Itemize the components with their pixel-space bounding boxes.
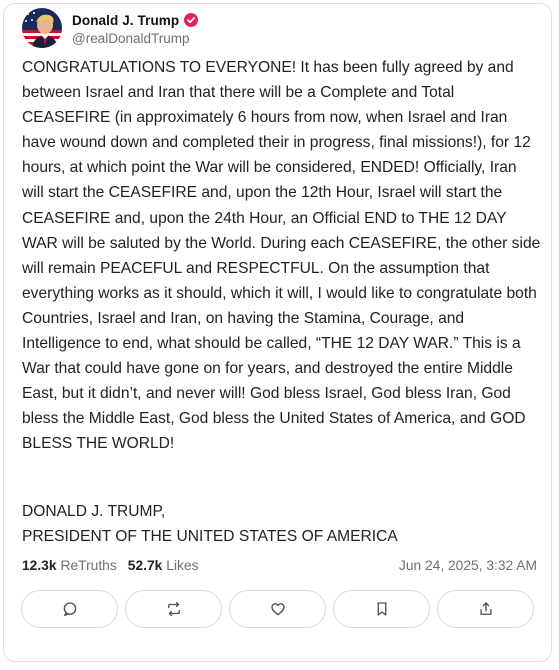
likes-label: Likes (166, 558, 199, 573)
name-row: Donald J. Trump (72, 10, 199, 30)
share-upload-icon (479, 602, 492, 615)
post-header: Donald J. Trump @realDonaldTrump (22, 8, 199, 48)
reply-button[interactable] (21, 590, 118, 628)
author-identity: Donald J. Trump @realDonaldTrump (72, 10, 199, 46)
speech-bubble-icon (63, 602, 76, 617)
avatar-image (22, 8, 62, 48)
share-button[interactable] (437, 590, 534, 628)
repost-arrows-icon (167, 601, 180, 617)
retruths-count: 12.3k (22, 558, 57, 573)
post-stats: 12.3k ReTruths 52.7k Likes (22, 558, 199, 573)
signature-line-2: PRESIDENT OF THE UNITED STATES OF AMERIC… (22, 528, 398, 546)
post-body: CONGRATULATIONS TO EVERYONE! It has been… (22, 55, 542, 457)
post-body-text: CONGRATULATIONS TO EVERYONE! It has been… (22, 59, 541, 453)
like-button[interactable] (229, 590, 326, 628)
post-signature: DONALD J. TRUMP, PRESIDENT OF THE UNITED… (22, 499, 398, 549)
verified-badge-icon (184, 13, 199, 27)
likes-count: 52.7k (127, 558, 163, 573)
signature-line-1: DONALD J. TRUMP, (22, 503, 166, 520)
retruths-label: ReTruths (60, 558, 117, 573)
likes-stat[interactable]: 52.7k Likes (128, 558, 199, 573)
bookmark-icon (377, 602, 386, 616)
heart-icon (270, 603, 285, 616)
bookmark-button[interactable] (333, 590, 430, 628)
retruths-stat[interactable]: 12.3k ReTruths (22, 558, 117, 573)
retruth-button[interactable] (125, 590, 222, 628)
author-display-name[interactable]: Donald J. Trump (72, 13, 179, 28)
avatar[interactable] (22, 8, 62, 48)
post-timestamp[interactable]: Jun 24, 2025, 3:32 AM (399, 558, 537, 573)
author-handle[interactable]: @realDonaldTrump (72, 31, 198, 46)
post-card: Donald J. Trump @realDonaldTrump CONGRAT… (3, 3, 552, 662)
action-bar (21, 590, 534, 628)
